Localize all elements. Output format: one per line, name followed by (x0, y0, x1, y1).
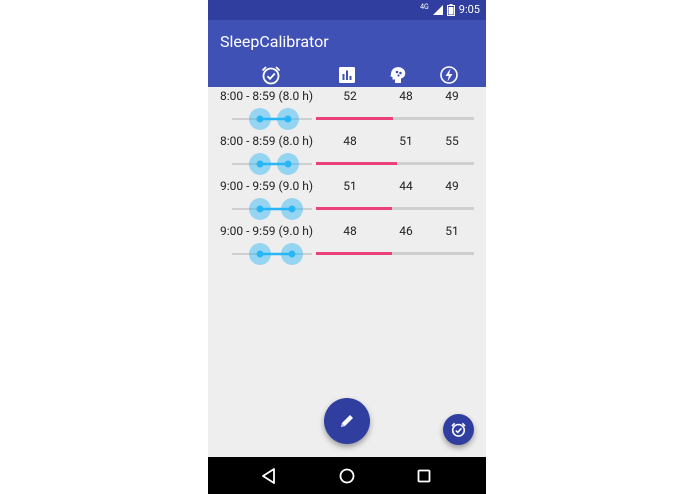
time-range-slider[interactable] (232, 149, 312, 179)
navigation-bar (208, 457, 486, 494)
time-range-label: 8:00 - 8:59 (8.0 h) (220, 89, 314, 103)
sleep-score-value: 52 (343, 89, 357, 103)
sleep-entry[interactable]: 9:00 - 9:59 (9.0 h) 51 44 49 (208, 177, 486, 222)
edit-fab[interactable] (324, 398, 370, 444)
time-range-slider[interactable] (232, 104, 312, 134)
slider-handle-dot (256, 205, 264, 213)
time-range-label: 9:00 - 9:59 (9.0 h) (220, 179, 314, 193)
app-bar: SleepCalibrator (208, 20, 486, 62)
column-header-row (208, 62, 486, 87)
sleep-score-value: 48 (343, 224, 357, 238)
network-type-label: 4G (420, 2, 429, 11)
app-title: SleepCalibrator (220, 32, 329, 51)
energy-score-value: 51 (445, 224, 459, 238)
lightning-icon[interactable] (438, 64, 460, 86)
energy-score-value: 49 (445, 179, 459, 193)
back-icon[interactable] (258, 465, 280, 487)
brain-score-value: 48 (399, 89, 413, 103)
slider-handle-dot (284, 115, 292, 123)
brain-score-value: 46 (399, 224, 413, 238)
sleep-entry[interactable]: 9:00 - 9:59 (9.0 h) 48 46 51 (208, 222, 486, 267)
energy-score-value: 49 (445, 89, 459, 103)
bar-chart-icon[interactable] (336, 64, 358, 86)
quality-bar-fill (316, 252, 392, 255)
sleep-entry[interactable]: 8:00 - 8:59 (8.0 h) 52 48 49 (208, 87, 486, 132)
time-range-label: 8:00 - 8:59 (8.0 h) (220, 134, 314, 148)
time-range-slider[interactable] (232, 194, 312, 224)
brain-icon[interactable] (387, 64, 409, 86)
quality-bar (316, 252, 474, 255)
time-range-label: 9:00 - 9:59 (9.0 h) (220, 224, 314, 238)
signal-icon (432, 4, 443, 15)
time-range-slider[interactable] (232, 239, 312, 269)
quality-bar-fill (316, 117, 394, 120)
slider-handle-dot (256, 160, 264, 168)
quality-bar-fill (316, 207, 392, 210)
alarm-clock-icon[interactable] (260, 64, 282, 86)
alarm-fab[interactable] (443, 414, 474, 445)
quality-bar-fill (316, 162, 397, 165)
slider-handle-dot (288, 250, 296, 258)
alarm-clock-icon (451, 422, 466, 437)
pencil-icon (341, 415, 353, 427)
sleep-score-value: 48 (343, 134, 357, 148)
brain-score-value: 51 (399, 134, 413, 148)
slider-handle-dot (288, 205, 296, 213)
recents-icon[interactable] (413, 465, 435, 487)
slider-handle-dot (256, 250, 264, 258)
battery-icon (446, 3, 455, 16)
energy-score-value: 55 (445, 134, 459, 148)
clock-label: 9:05 (458, 3, 480, 16)
sleep-entry[interactable]: 8:00 - 8:59 (8.0 h) 48 51 55 (208, 132, 486, 177)
sleep-score-value: 51 (343, 179, 357, 193)
home-icon[interactable] (336, 465, 358, 487)
slider-handle-dot (256, 115, 264, 123)
quality-bar (316, 117, 474, 120)
status-bar: 4G 9:05 (208, 0, 486, 20)
quality-bar (316, 207, 474, 210)
brain-score-value: 44 (399, 179, 413, 193)
quality-bar (316, 162, 474, 165)
slider-handle-dot (284, 160, 292, 168)
phone-screen: 4G 9:05 SleepCalibrator 8:00 - 8:59 (8.0… (208, 0, 486, 494)
